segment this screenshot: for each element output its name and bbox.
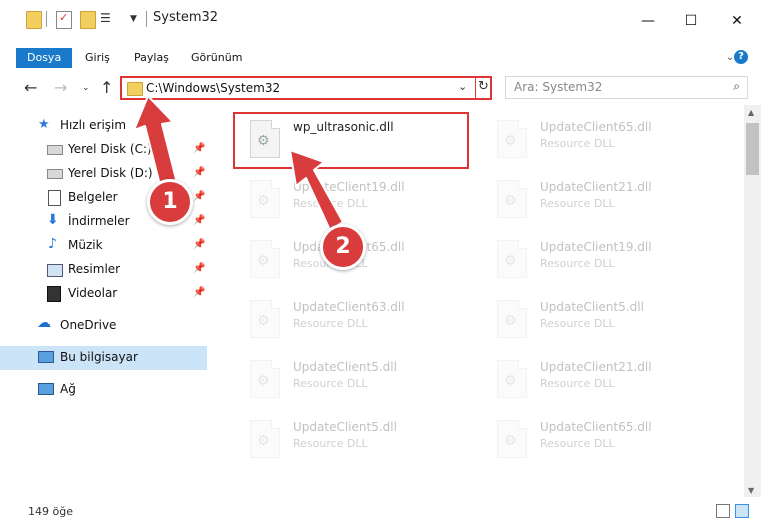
callout-2: 2	[320, 224, 366, 270]
arrow-2	[289, 149, 344, 231]
annotation-arrows	[133, 95, 344, 231]
arrow-1	[133, 95, 178, 186]
callout-1: 1	[147, 179, 193, 225]
